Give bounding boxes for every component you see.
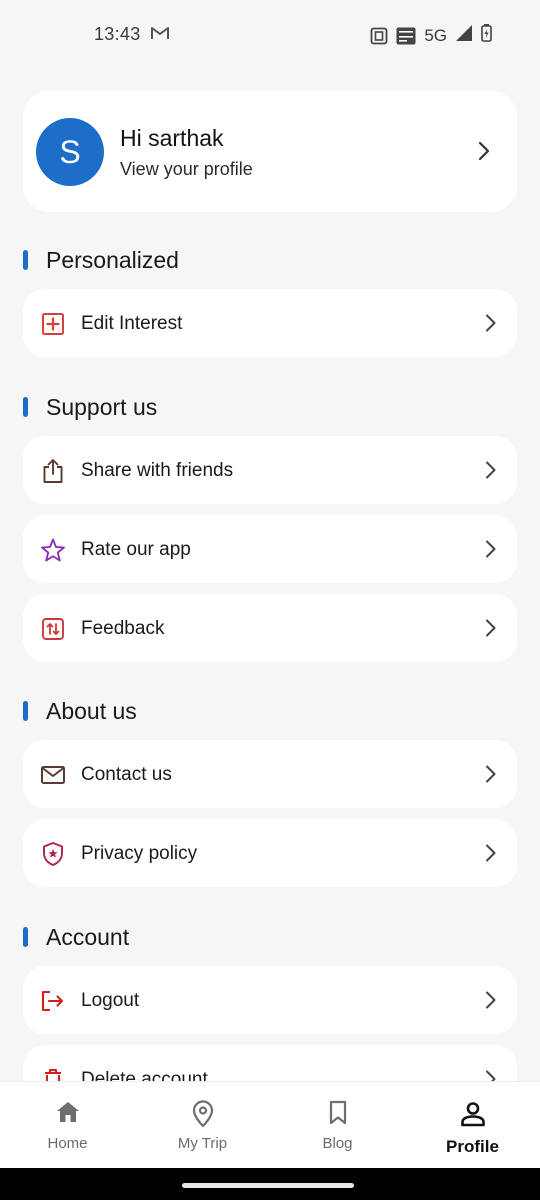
feedback-row[interactable]: Feedback <box>23 594 517 662</box>
mail-icon <box>39 761 67 789</box>
share-icon <box>39 457 67 485</box>
section-accent-bar <box>23 701 28 721</box>
menu-label: Edit Interest <box>81 313 183 334</box>
location-pin-icon <box>191 1100 215 1133</box>
nav-profile[interactable]: Profile <box>405 1082 540 1168</box>
chevron-right-icon <box>484 539 497 564</box>
rate-our-app-row[interactable]: Rate our app <box>23 515 517 583</box>
menu-label: Feedback <box>81 618 165 639</box>
section-about: About us <box>23 696 137 726</box>
section-support: Support us <box>23 392 157 422</box>
menu-label: Rate our app <box>81 539 191 560</box>
section-title: Account <box>46 923 130 950</box>
status-indicators: 5G <box>370 24 492 47</box>
star-icon <box>39 536 67 564</box>
section-accent-bar <box>23 250 28 270</box>
chevron-right-icon <box>484 843 497 868</box>
logout-icon <box>39 987 67 1015</box>
chevron-right-icon <box>484 764 497 789</box>
signal-icon <box>455 24 473 47</box>
contact-us-row[interactable]: Contact us <box>23 740 517 808</box>
chevron-right-icon <box>477 140 491 167</box>
chevron-right-icon <box>484 618 497 643</box>
status-bar: 13:43 5G <box>0 0 540 68</box>
chevron-right-icon <box>484 990 497 1015</box>
section-account: Account <box>23 922 129 952</box>
menu-label: Share with friends <box>81 460 234 481</box>
nav-label: Profile <box>446 1137 499 1156</box>
gmail-icon <box>150 25 170 46</box>
nav-home[interactable]: Home <box>0 1082 135 1168</box>
section-title: Personalized <box>46 246 179 273</box>
avatar: S <box>36 118 104 186</box>
status-time: 13:43 <box>94 24 141 44</box>
section-personalized: Personalized <box>23 245 179 275</box>
menu-label: Logout <box>81 990 140 1011</box>
bookmark-icon <box>328 1100 348 1131</box>
system-navigation-bar <box>0 1168 540 1200</box>
privacy-policy-row[interactable]: Privacy policy <box>23 819 517 887</box>
profile-screen: 13:43 5G S Hi sarthak View your profile <box>0 0 540 1200</box>
menu-label: Privacy policy <box>81 843 198 864</box>
section-accent-bar <box>23 397 28 417</box>
chevron-right-icon <box>484 460 497 485</box>
volte-icon <box>396 27 416 45</box>
edit-interest-row[interactable]: Edit Interest <box>23 289 517 357</box>
shield-icon <box>39 840 67 868</box>
section-title: Support us <box>46 393 158 420</box>
menu-label: Contact us <box>81 764 172 785</box>
nav-my-trip[interactable]: My Trip <box>135 1082 270 1168</box>
add-box-icon <box>39 310 67 338</box>
home-icon <box>55 1100 81 1129</box>
network-type: 5G <box>424 25 447 45</box>
view-profile-link: View your profile <box>120 159 253 179</box>
battery-charging-icon <box>481 24 492 47</box>
chevron-right-icon <box>484 313 497 338</box>
section-title: About us <box>46 697 137 724</box>
nav-label: Home <box>47 1135 88 1152</box>
nav-label: My Trip <box>177 1135 228 1152</box>
person-icon <box>459 1100 487 1133</box>
nfc-icon <box>370 27 388 45</box>
logout-row[interactable]: Logout <box>23 966 517 1034</box>
nav-label: Blog <box>322 1135 353 1152</box>
home-indicator[interactable] <box>182 1183 354 1188</box>
profile-greeting: Hi sarthak <box>120 125 224 151</box>
bottom-nav: Home My Trip Blog Profile <box>0 1081 540 1168</box>
profile-card[interactable]: S Hi sarthak View your profile <box>23 91 517 212</box>
section-accent-bar <box>23 927 28 947</box>
feedback-icon <box>39 615 67 643</box>
share-with-friends-row[interactable]: Share with friends <box>23 436 517 504</box>
nav-blog[interactable]: Blog <box>270 1082 405 1168</box>
